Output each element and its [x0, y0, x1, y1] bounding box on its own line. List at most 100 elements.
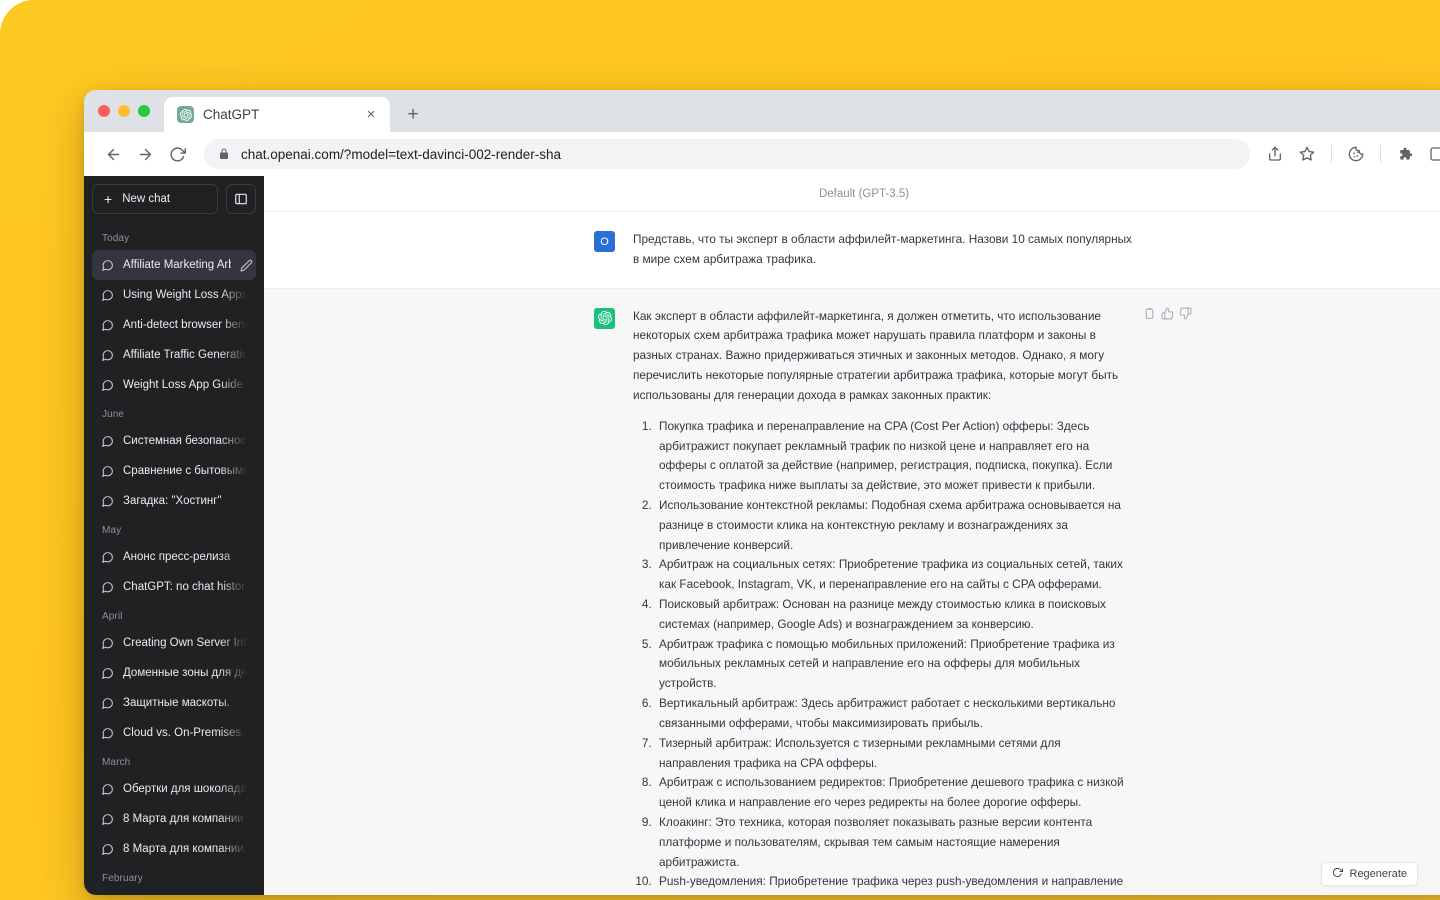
chat-history-item-active[interactable]: Affiliate Marketing Arbi: [92, 250, 256, 280]
browser-window: ChatGPT × + chat.openai.com/?model=text-…: [84, 90, 1440, 895]
address-bar[interactable]: chat.openai.com/?model=text-davinci-002-…: [204, 139, 1250, 169]
assistant-list-item: Использование контекстной рекламы: Подоб…: [655, 496, 1134, 555]
user-message-body: Представь, что ты эксперт в области аффи…: [633, 230, 1134, 270]
avatar: O: [594, 231, 615, 252]
chat-history-item[interactable]: Affiliate Traffic Generation Met: [92, 340, 256, 370]
chat-history-item-label: 8 Марта для компании: [123, 813, 244, 825]
browser-tab-strip: ChatGPT × +: [84, 90, 1440, 132]
chat-bubble-icon: [101, 349, 114, 362]
chat-history-item[interactable]: Системная безопасность и с: [92, 426, 256, 456]
chat-history-item[interactable]: Загадка: "Хостинг": [92, 486, 256, 516]
chat-history-item-label: Anti-detect browser benefits.: [123, 319, 247, 331]
cookie-icon[interactable]: [1341, 139, 1371, 169]
chat-history-item[interactable]: Доменные зоны для детей: [92, 658, 256, 688]
chat-history-item-label: Доменные зоны для детей: [123, 667, 247, 679]
assistant-list-item: Вертикальный арбитраж: Здесь арбитражист…: [655, 694, 1134, 734]
chat-group-label: June: [102, 409, 125, 420]
profile-icon[interactable]: [1422, 139, 1440, 169]
chat-history-item[interactable]: Анонс пресс-релиза: [92, 542, 256, 572]
browser-tab-chatgpt[interactable]: ChatGPT ×: [164, 97, 390, 132]
toggle-sidebar-button[interactable]: [226, 184, 256, 214]
assistant-list-item: Арбитраж трафика с помощью мобильных при…: [655, 635, 1134, 694]
chat-history-item[interactable]: Сравнение с бытовыми пре: [92, 456, 256, 486]
chat-item-actions: [240, 259, 256, 272]
assistant-message-row: Как эксперт в области аффилейт-маркетинг…: [264, 288, 1440, 895]
chat-bubble-icon: [101, 667, 114, 680]
chat-bubble-icon: [101, 551, 114, 564]
chat-bubble-icon: [101, 319, 114, 332]
chat-bubble-icon: [101, 465, 114, 478]
model-selector-label: Default (GPT-3.5): [264, 176, 1440, 212]
bookmark-star-icon[interactable]: [1292, 139, 1322, 169]
chat-bubble-icon: [101, 813, 114, 826]
chat-history-item[interactable]: 8 Марта для компании.: [92, 834, 256, 864]
chat-history-item-label: Обертки для шоколада.: [123, 783, 247, 795]
chat-history-item-label: Creating Own Server Infrastruc: [123, 637, 247, 649]
reload-icon[interactable]: [162, 139, 192, 169]
minimize-window-button[interactable]: [118, 105, 130, 117]
chat-history-item-label: Сравнение с бытовыми пре: [123, 465, 247, 477]
chat-history-item[interactable]: ChatGPT: no chat history.: [92, 572, 256, 602]
browser-tab-title: ChatGPT: [203, 107, 260, 122]
message-action-group: [1143, 307, 1192, 320]
browser-toolbar: chat.openai.com/?model=text-davinci-002-…: [84, 132, 1440, 176]
user-message-row: O Представь, что ты эксперт в области аф…: [264, 212, 1440, 289]
assistant-list-item: Поисковый арбитраж: Основан на разнице м…: [655, 595, 1134, 635]
new-tab-button[interactable]: +: [399, 100, 427, 128]
chat-history-item-label: Weight Loss App Guide.: [123, 379, 247, 391]
chat-history-item[interactable]: Обертки для шоколада.: [92, 774, 256, 804]
zoom-window-button[interactable]: [138, 105, 150, 117]
assistant-intro-text: Как эксперт в области аффилейт-маркетинг…: [633, 308, 1119, 402]
chat-history-item[interactable]: Cloud vs. On-Premises.: [92, 718, 256, 748]
assistant-list-item: Клоакинг: Это техника, которая позволяет…: [655, 813, 1134, 872]
plus-icon: +: [104, 191, 113, 207]
window-traffic-lights: [96, 90, 164, 132]
chat-group-label: Today: [102, 233, 130, 244]
chat-history-item[interactable]: 8 Марта для компании: [92, 804, 256, 834]
chat-history-list[interactable]: Today Affiliate Marketing Arbi Using Weigh…: [92, 224, 256, 895]
back-icon[interactable]: [98, 139, 128, 169]
assistant-list-item: Push-уведомления: Приобретение трафика ч…: [655, 872, 1134, 895]
new-chat-label: New chat: [122, 193, 171, 205]
share-icon[interactable]: [1260, 139, 1290, 169]
close-icon[interactable]: ×: [362, 106, 380, 124]
chat-history-item[interactable]: Weight Loss App Guide.: [92, 370, 256, 400]
assistant-list-item: Тизерный арбитраж: Используется с тизерн…: [655, 734, 1134, 774]
chat-group-label: March: [102, 757, 131, 768]
conversation-thread: O Представь, что ты эксперт в области аф…: [264, 212, 1440, 895]
chat-history-item[interactable]: Eng Lex Exercise.: [92, 890, 256, 895]
chat-group-label: May: [102, 525, 122, 536]
chat-bubble-icon: [101, 259, 114, 272]
url-text: chat.openai.com/?model=text-davinci-002-…: [241, 146, 562, 162]
thumbs-up-icon[interactable]: [1161, 307, 1174, 320]
regenerate-button[interactable]: Regenerate: [1320, 862, 1418, 886]
extensions-puzzle-icon[interactable]: [1390, 139, 1420, 169]
chat-bubble-icon: [101, 289, 114, 302]
assistant-list-item: Арбитраж с использованием редиректов: Пр…: [655, 773, 1134, 813]
chat-history-item[interactable]: Anti-detect browser benefits.: [92, 310, 256, 340]
refresh-icon: [1332, 867, 1343, 881]
chat-history-item[interactable]: Защитные маскоты.: [92, 688, 256, 718]
close-window-button[interactable]: [98, 105, 110, 117]
regenerate-label: Regenerate: [1349, 868, 1408, 880]
chat-history-item-label: Анонс пресс-релиза: [123, 551, 231, 563]
chat-history-item[interactable]: Using Weight Loss Apps: [92, 280, 256, 310]
chat-bubble-icon: [101, 843, 114, 856]
chat-history-item-label: Cloud vs. On-Premises.: [123, 727, 245, 739]
chat-history-item-label: 8 Марта для компании.: [123, 843, 247, 855]
chat-bubble-icon: [101, 495, 114, 508]
chat-bubble-icon: [101, 581, 114, 594]
chat-history-item-label: Affiliate Traffic Generation Met: [123, 349, 247, 361]
chat-bubble-icon: [101, 727, 114, 740]
chat-bubble-icon: [101, 783, 114, 796]
copy-icon[interactable]: [1143, 307, 1156, 320]
thumbs-down-icon[interactable]: [1179, 307, 1192, 320]
chat-history-item[interactable]: Creating Own Server Infrastruc: [92, 628, 256, 658]
assistant-list-item: Покупка трафика и перенаправление на CPA…: [655, 417, 1134, 496]
forward-icon[interactable]: [130, 139, 160, 169]
new-chat-button[interactable]: + New chat: [92, 184, 218, 214]
chatgpt-avatar-icon: [594, 307, 615, 329]
edit-pencil-icon[interactable]: [240, 259, 253, 272]
chat-group-label: April: [102, 611, 123, 622]
chat-bubble-icon: [101, 435, 114, 448]
